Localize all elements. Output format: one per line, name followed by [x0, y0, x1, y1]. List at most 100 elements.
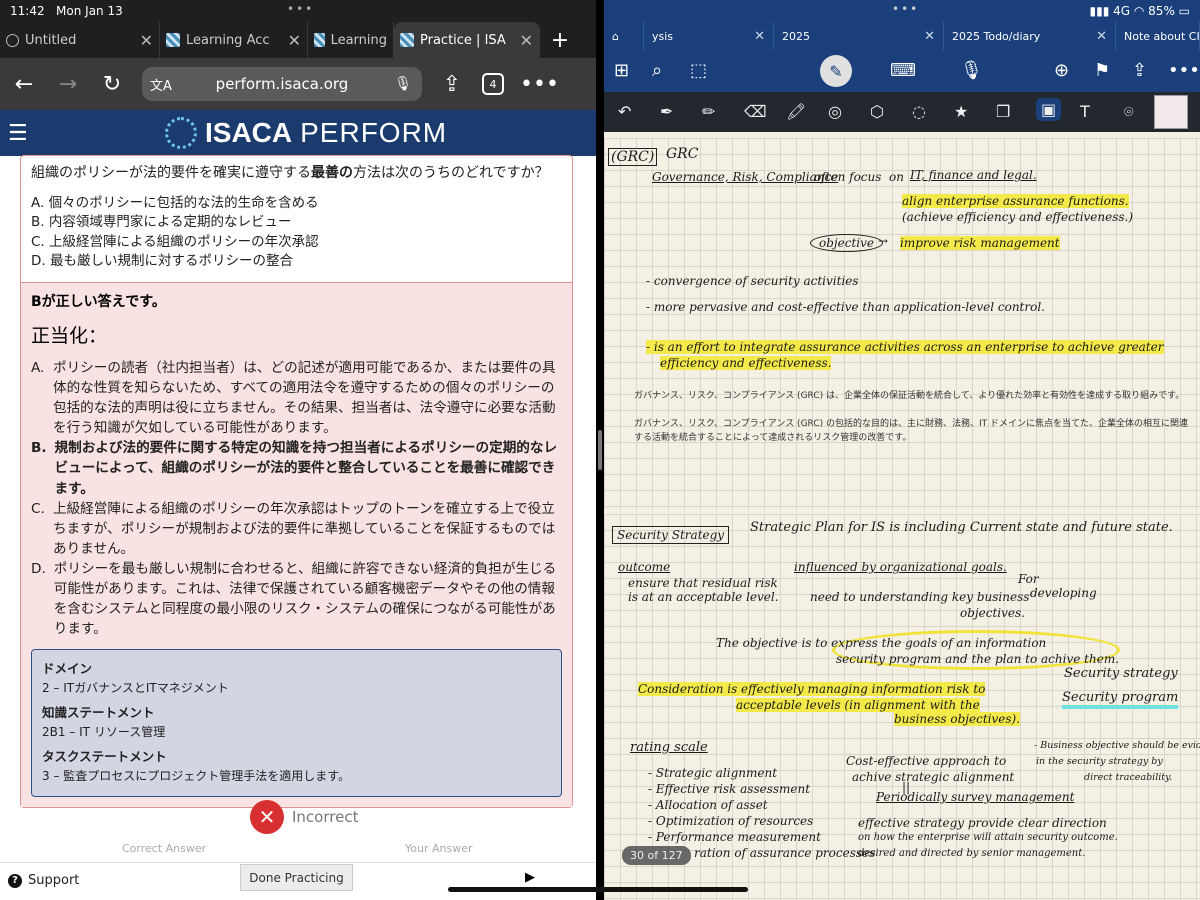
back-icon[interactable]: ← — [10, 72, 38, 97]
keyboard-icon[interactable]: ⌨ — [890, 60, 916, 81]
acceptable-text: acceptable levels (in alignment with the — [736, 698, 980, 712]
answer-panel: Bが正しい答えです。 正当化： A.ポリシーの読者（社内担当者）は、どの記述が適… — [21, 282, 572, 808]
add-page-icon[interactable]: ⊕ — [1054, 60, 1069, 81]
forward-icon[interactable]: → — [54, 72, 82, 97]
split-view-divider[interactable] — [596, 0, 604, 900]
option-text: 最も厳しい規制に対するポリシーの整合 — [50, 253, 293, 269]
option-d: D. 最も厳しい規制に対するポリシーの整合 — [31, 252, 562, 272]
how-text: on how the enterprise will attain securi… — [858, 832, 1118, 843]
strategic-plan-text: Strategic Plan for IS is including Curre… — [750, 520, 1173, 535]
search-icon[interactable]: ⌕ — [652, 60, 662, 81]
justification-text: 上級経営陣による組織のポリシーの年次承認はトップのトーンを確立する上で役立ちます… — [53, 499, 562, 559]
pen-icon[interactable]: ✒ — [660, 102, 673, 121]
sticker-icon[interactable]: ★ — [954, 102, 968, 121]
close-icon[interactable]: ✕ — [140, 31, 153, 50]
text-icon[interactable]: T — [1080, 102, 1090, 121]
ss2-text: Security strategy — [1064, 666, 1178, 681]
close-icon[interactable]: ✕ — [916, 29, 935, 44]
shapes-icon[interactable]: ◎ — [828, 102, 842, 121]
support-button[interactable]: ? Support — [8, 873, 79, 888]
achive-text: achive strategic alignment — [852, 770, 1014, 784]
justification-letter: A. — [31, 358, 45, 438]
home-tab[interactable]: ⌂ — [604, 22, 644, 50]
tab-learning-1[interactable]: Learning Acc ✕ — [160, 22, 308, 58]
home-indicator[interactable] — [448, 887, 748, 892]
bookmark-icon[interactable]: ⚑ — [1094, 60, 1110, 81]
isaca-logo-icon — [165, 117, 197, 149]
isaca-favicon-icon — [400, 33, 414, 47]
for-text: For — [1018, 572, 1039, 586]
url-field[interactable]: 文A perform.isaca.org 🎙 — [142, 67, 422, 101]
rating-3: - Allocation of asset — [648, 798, 768, 812]
rating-5: - Performance measurement — [648, 830, 821, 844]
duplicate-icon[interactable]: ❐ — [996, 102, 1010, 121]
next-arrow-icon[interactable]: ▶ — [525, 870, 535, 885]
tab-learning-2[interactable]: Learning — [308, 22, 394, 58]
eraser-icon[interactable]: ⌫ — [744, 102, 767, 121]
new-tab-button[interactable]: + — [540, 22, 580, 58]
improve-text: improve risk management — [900, 236, 1060, 250]
tab-practice[interactable]: Practice | ISA ✕ — [394, 22, 540, 58]
page-count-badge[interactable]: 30 of 127 — [622, 846, 691, 865]
share-icon[interactable]: ⇪ — [438, 72, 466, 97]
close-icon[interactable]: ✕ — [288, 31, 301, 50]
rating-2: - Effective risk assessment — [648, 782, 810, 796]
tab-untitled[interactable]: Untitled ✕ — [0, 22, 160, 58]
image-icon[interactable]: ▣ — [1036, 98, 1061, 121]
it-finance-text: IT, finance and legal. — [910, 168, 1037, 182]
more-icon[interactable]: ••• — [520, 72, 548, 97]
grc-label: (GRC) — [608, 148, 657, 166]
share-icon[interactable]: ⇪ — [1132, 60, 1147, 81]
incorrect-icon: ✕ — [250, 800, 284, 834]
lasso-tool-icon[interactable]: ◌ — [912, 102, 926, 121]
page-thumbnail[interactable] — [1154, 95, 1188, 129]
highlighter-icon[interactable]: 🖍 — [786, 102, 806, 121]
justification-list: A.ポリシーの読者（社内担当者）は、どの記述が適用可能であるか、または要件の具体… — [31, 358, 562, 640]
microphone-icon[interactable]: 🎙 — [960, 60, 983, 81]
microphone-icon[interactable]: 🎙 — [394, 76, 412, 92]
notes-tab-2[interactable]: 2025 ✕ — [774, 22, 944, 50]
note-line-3: - is an effort to integrate assurance ac… — [646, 340, 1164, 354]
notes-page-grc[interactable]: (GRC) GRC Governance, Risk, Compliance o… — [604, 138, 1200, 510]
undo-icon[interactable]: ↶ — [618, 102, 631, 121]
isaca-logo[interactable]: ISACA PERFORM — [165, 117, 447, 149]
notes-pane: ••• ▮▮▮ 4G ◠ 85% ▭ ⌂ ysis✕ 2025✕ 2025 To… — [604, 0, 1200, 900]
reload-icon[interactable]: ↻ — [98, 72, 126, 97]
close-icon[interactable]: ✕ — [746, 29, 765, 44]
close-icon[interactable]: ✕ — [1088, 29, 1107, 44]
pencil-icon[interactable]: ✏ — [702, 102, 715, 121]
option-text: 上級経営陣による組織のポリシーの年次承認 — [49, 234, 319, 250]
your-answer-label: Your Answer — [405, 842, 473, 855]
grid-icon[interactable]: ⊞ — [614, 60, 629, 81]
tab-count-button[interactable]: 4 — [482, 73, 504, 95]
translate-icon[interactable]: 文A — [150, 75, 172, 94]
multitask-dots[interactable]: ••• — [287, 2, 314, 16]
justification-text: ポリシーの読者（社内担当者）は、どの記述が適用可能であるか、または要件の具体的な… — [53, 358, 562, 438]
elements-icon[interactable]: ⬡ — [870, 102, 884, 121]
notes-tab-4[interactable]: Note about CIS — [1116, 22, 1200, 50]
notes-page-strategy[interactable]: Security Strategy Strategic Plan for IS … — [604, 514, 1200, 900]
question-text-part: 方法は次のうちのどれですか？ — [353, 165, 549, 181]
tab-label: 2025 — [782, 30, 810, 43]
notes-tab-1[interactable]: ysis✕ — [644, 22, 774, 50]
divider-grip[interactable] — [598, 430, 602, 470]
pen-mode-icon[interactable]: ✎ — [820, 55, 852, 87]
hamburger-menu-icon[interactable]: ☰ — [8, 121, 28, 146]
close-icon[interactable]: ✕ — [520, 31, 533, 50]
question-card: 組織のポリシーが法的要件を確実に遵守する最善の方法は次のうちのどれですか？ A.… — [20, 155, 573, 808]
notes-tab-3[interactable]: 2025 Todo/diary✕ — [944, 22, 1116, 50]
ensure-text: ensure that residual risk — [628, 576, 778, 590]
more-icon[interactable]: ••• — [1168, 60, 1200, 81]
multitask-dots[interactable]: ••• — [892, 2, 919, 16]
achieve-text: (achieve efficiency and effectiveness.) — [902, 210, 1133, 224]
rating-6: ration of assurance processes — [694, 846, 875, 860]
tab-label: Practice | ISA — [420, 33, 506, 48]
question-text: 組織のポリシーが法的要件を確実に遵守する最善の方法は次のうちのどれですか？ — [21, 156, 572, 188]
done-practicing-button[interactable]: Done Practicing — [240, 864, 353, 891]
option-list: A. 個々のポリシーに包括的な法的生命を含める B. 内容領域専門家による定期的… — [21, 188, 572, 282]
camera-icon[interactable]: ⌾ — [1124, 102, 1134, 122]
cost-text: Cost-effective approach to — [846, 754, 1006, 768]
lasso-icon[interactable]: ⬚ — [690, 60, 707, 81]
tab-label: Note about CIS — [1124, 30, 1200, 43]
justification-text: 規制および法的要件に関する特定の知識を持つ担当者によるポリシーの定期的なレビュー… — [55, 438, 562, 498]
